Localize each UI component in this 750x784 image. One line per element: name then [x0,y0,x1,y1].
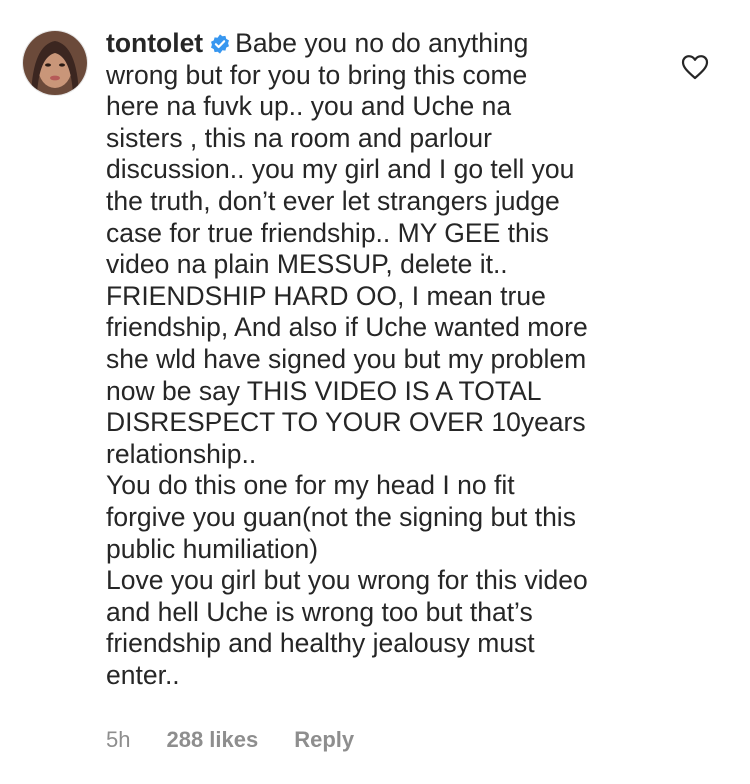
comment-line-6: case for true friendship.. MY GEE this [106,217,549,248]
comment-meta: 5h 288 likes Reply [106,727,390,753]
verified-badge-icon [211,34,230,54]
comment-text: tontolet Babe you no do anything wrong bu… [106,28,666,691]
comment-line-20: enter.. [106,659,180,690]
comment-line-10: she wld have signed you but my problem [106,343,587,374]
heart-outline-icon[interactable] [681,54,709,80]
comment-line-17: Love you girl but you wrong for this vid… [106,565,588,596]
comment-line-19: friendship and healthy jealousy must [106,628,535,659]
comment-line-5: the truth, don’t ever let strangers judg… [106,185,560,216]
comment-timestamp: 5h [106,727,131,752]
comment-line-4: discussion.. you my girl and I go tell y… [106,154,575,185]
comment-line-8: FRIENDSHIP HARD OO, I mean true [106,280,546,311]
comment-line-12: DISRESPECT TO YOUR OVER 10years [106,407,586,438]
comment-line-7: video na plain MESSUP, delete it.. [106,249,508,280]
username[interactable]: tontolet [106,28,203,58]
avatar[interactable] [22,30,88,96]
likes-count[interactable]: 288 likes [166,727,258,753]
comment-line-15: forgive you guan(not the signing but thi… [106,501,576,532]
comment-line-3: sisters , this na room and parlour [106,122,492,153]
comment-line-2: here na fuvk up.. you and Uche na [106,91,512,122]
comment-line-13: relationship.. [106,438,257,469]
reply-button[interactable]: Reply [294,727,354,753]
comment-line-1: wrong but for you to bring this come [106,59,528,90]
comment-line-16: public humiliation) [106,533,319,564]
comment-line-11: now be say THIS VIDEO IS A TOTAL [106,375,542,406]
comment-line-0: tontolet Babe you no do anything [106,28,666,60]
comment-line-14: You do this one for my head I no fit [106,470,515,501]
comment-line-18: and hell Uche is wrong too but that’s [106,596,533,627]
comment-line-9: friendship, And also if Uche wanted more [106,312,588,343]
comment-line-text: Babe you no do anything [235,28,529,58]
comment-body: tontolet Babe you no do anything wrong bu… [106,28,666,691]
